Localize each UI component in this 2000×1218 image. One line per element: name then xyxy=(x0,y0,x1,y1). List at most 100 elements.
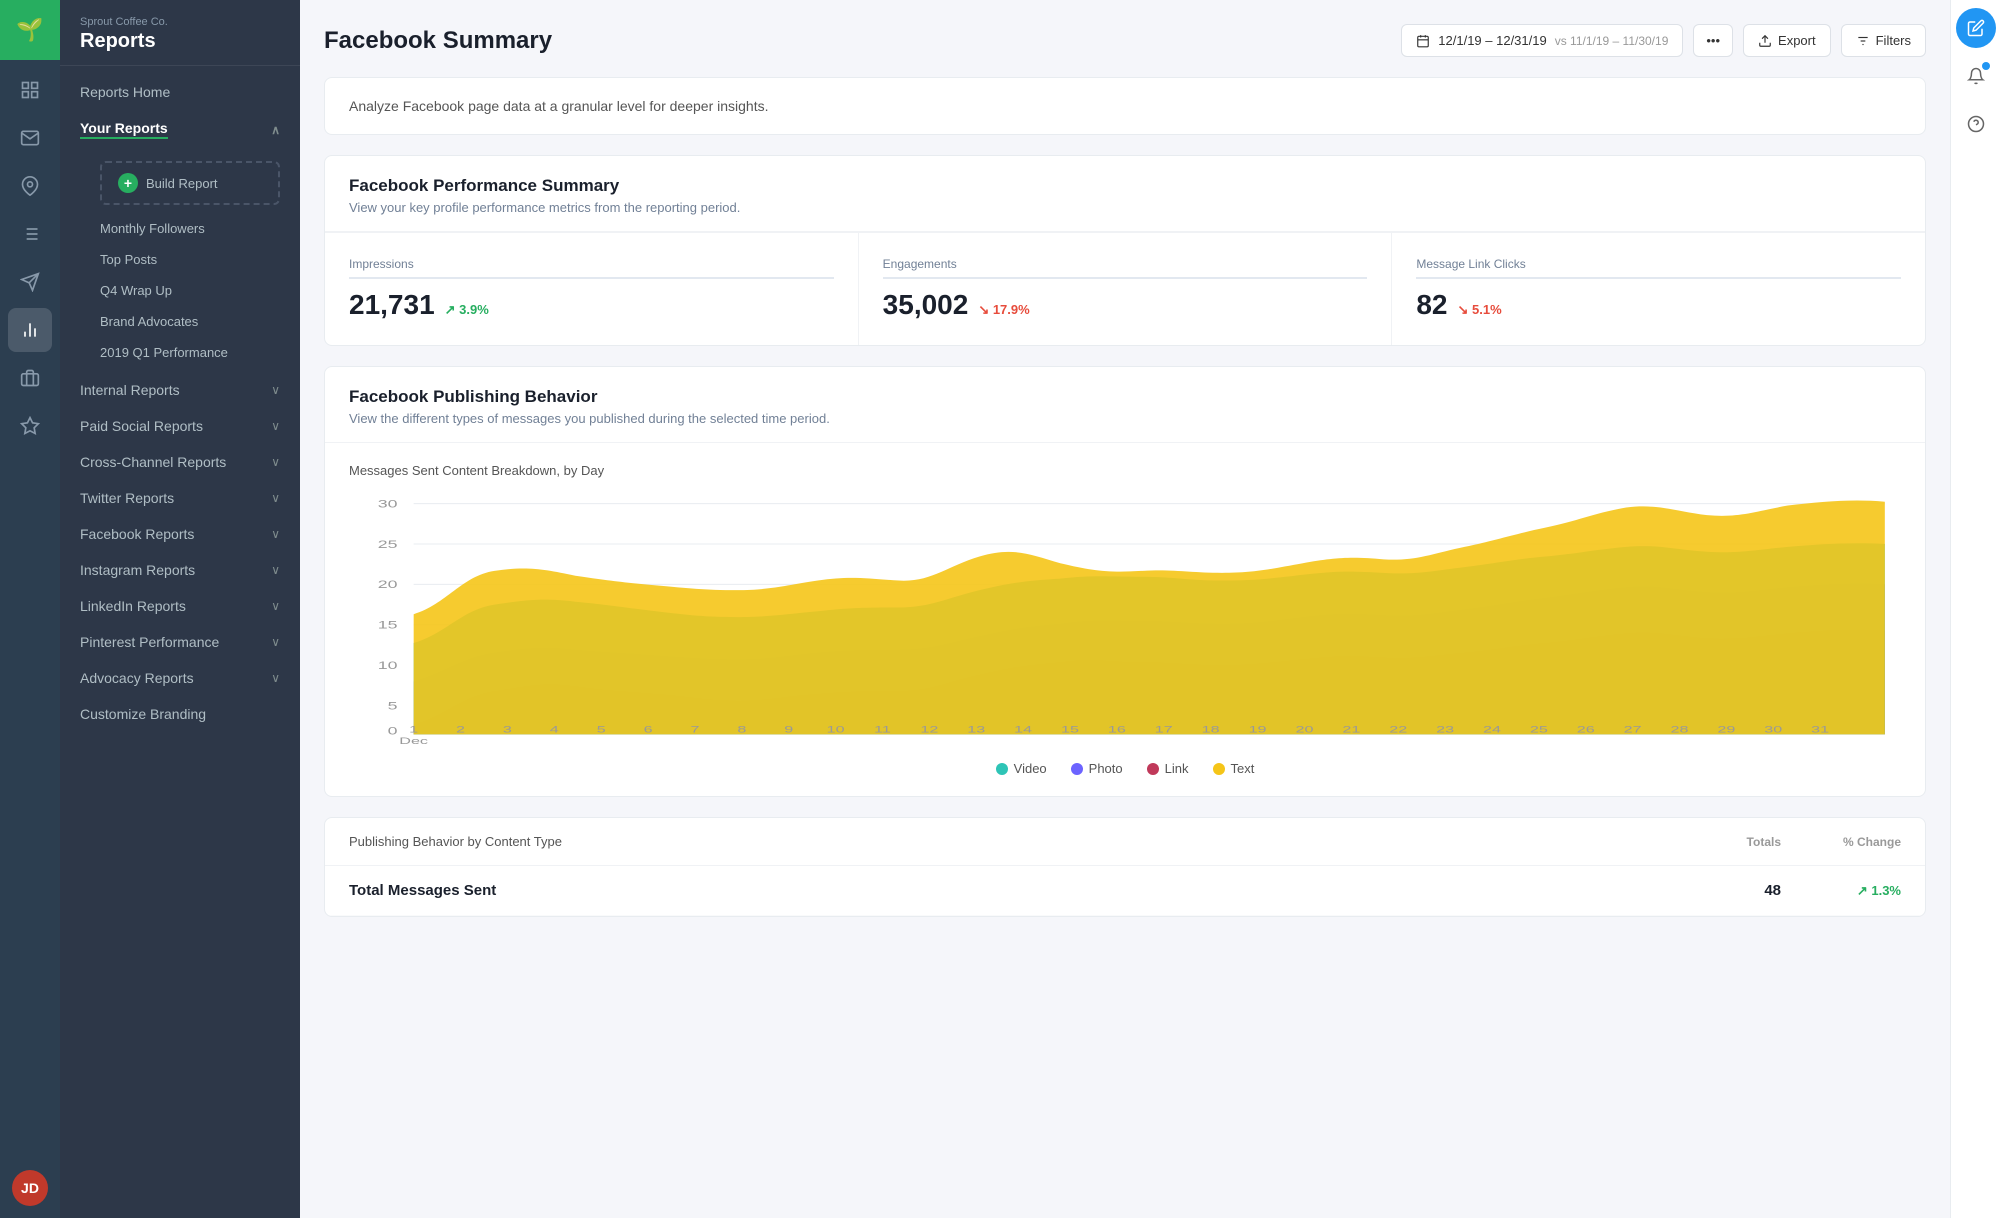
date-range-text: 12/1/19 – 12/31/19 xyxy=(1438,33,1546,48)
sidebar-item-brand-advocates[interactable]: Brand Advocates xyxy=(80,306,300,337)
svg-text:25: 25 xyxy=(1530,724,1548,735)
svg-text:Dec: Dec xyxy=(399,735,428,744)
nav-briefcase-icon[interactable] xyxy=(8,356,52,400)
filters-label: Filters xyxy=(1876,33,1911,48)
svg-text:13: 13 xyxy=(967,724,985,735)
svg-text:12: 12 xyxy=(920,724,938,735)
nav-reports-icon[interactable] xyxy=(8,308,52,352)
sidebar-header: Sprout Coffee Co. Reports xyxy=(60,0,300,66)
svg-text:19: 19 xyxy=(1249,724,1267,735)
sidebar-item-linkedin-reports[interactable]: LinkedIn Reports ∨ xyxy=(60,588,300,624)
filters-button[interactable]: Filters xyxy=(1841,24,1926,57)
engagements-value-row: 35,002 ↘ 17.9% xyxy=(883,289,1368,321)
nav-list-icon[interactable] xyxy=(8,212,52,256)
company-name: Sprout Coffee Co. xyxy=(80,16,280,28)
more-options-button[interactable]: ••• xyxy=(1693,24,1733,57)
svg-text:14: 14 xyxy=(1014,724,1032,735)
build-report-button[interactable]: + Build Report xyxy=(100,161,280,205)
sidebar-item-customize-branding[interactable]: Customize Branding xyxy=(60,696,300,732)
nav-pin-icon[interactable] xyxy=(8,164,52,208)
sidebar-item-twitter-reports[interactable]: Twitter Reports ∨ xyxy=(60,480,300,516)
icon-rail: 🌱 JD xyxy=(0,0,60,1218)
svg-text:28: 28 xyxy=(1671,724,1689,735)
table-row-total: 48 xyxy=(1661,882,1781,899)
notifications-button[interactable] xyxy=(1956,56,1996,96)
compose-icon xyxy=(1967,19,1985,37)
bell-icon xyxy=(1967,67,1985,85)
chart-section: Messages Sent Content Breakdown, by Day … xyxy=(325,443,1925,796)
sidebar-item-reports-home[interactable]: Reports Home xyxy=(60,74,300,110)
sidebar-item-monthly-followers[interactable]: Monthly Followers xyxy=(80,213,300,244)
help-button[interactable] xyxy=(1956,104,1996,144)
your-reports-sub-section: + Build Report Monthly Followers Top Pos… xyxy=(60,149,300,372)
svg-text:24: 24 xyxy=(1483,724,1501,735)
export-label: Export xyxy=(1778,33,1816,48)
sidebar-item-instagram-reports[interactable]: Instagram Reports ∨ xyxy=(60,552,300,588)
sidebar-item-top-posts[interactable]: Top Posts xyxy=(80,244,300,275)
cross-channel-label: Cross-Channel Reports xyxy=(80,454,226,470)
filters-icon xyxy=(1856,34,1870,48)
message-link-clicks-value-row: 82 ↘ 5.1% xyxy=(1416,289,1901,321)
page-title: Facebook Summary xyxy=(324,27,552,55)
header-actions: 12/1/19 – 12/31/19 vs 11/1/19 – 11/30/19… xyxy=(1401,24,1926,57)
svg-text:15: 15 xyxy=(378,620,398,632)
internal-reports-label: Internal Reports xyxy=(80,382,180,398)
svg-text:1: 1 xyxy=(409,724,418,735)
sidebar-item-cross-channel[interactable]: Cross-Channel Reports ∨ xyxy=(60,444,300,480)
publishing-behavior-card: Facebook Publishing Behavior View the di… xyxy=(324,366,1926,797)
cross-channel-chevron: ∨ xyxy=(271,455,280,469)
sidebar-item-pinterest[interactable]: Pinterest Performance ∨ xyxy=(60,624,300,660)
message-link-clicks-value: 82 xyxy=(1416,289,1447,321)
instagram-reports-chevron: ∨ xyxy=(271,563,280,577)
brand-advocates-label: Brand Advocates xyxy=(100,314,198,329)
sidebar-title: Reports xyxy=(80,30,280,53)
impressions-value: 21,731 xyxy=(349,289,435,321)
sidebar-item-2019-q1[interactable]: 2019 Q1 Performance xyxy=(80,337,300,368)
sidebar-item-q4-wrap-up[interactable]: Q4 Wrap Up xyxy=(80,275,300,306)
2019-q1-label: 2019 Q1 Performance xyxy=(100,345,228,360)
sidebar-item-advocacy-reports[interactable]: Advocacy Reports ∨ xyxy=(60,660,300,696)
sidebar-item-paid-social[interactable]: Paid Social Reports ∨ xyxy=(60,408,300,444)
nav-home-icon[interactable] xyxy=(8,68,52,112)
svg-text:5: 5 xyxy=(388,701,398,713)
performance-summary-subtitle: View your key profile performance metric… xyxy=(349,200,1901,215)
compose-button[interactable] xyxy=(1956,8,1996,48)
link-legend-label: Link xyxy=(1165,761,1189,776)
text-legend-dot xyxy=(1213,763,1225,775)
video-legend-label: Video xyxy=(1014,761,1047,776)
pinterest-chevron: ∨ xyxy=(271,635,280,649)
main-content: Facebook Summary 12/1/19 – 12/31/19 vs 1… xyxy=(300,0,1950,1218)
performance-summary-card: Facebook Performance Summary View your k… xyxy=(324,155,1926,346)
svg-text:29: 29 xyxy=(1717,724,1735,735)
monthly-followers-label: Monthly Followers xyxy=(100,221,205,236)
svg-text:22: 22 xyxy=(1389,724,1407,735)
table-row: Total Messages Sent 48 ↗ 1.3% xyxy=(325,866,1925,916)
nav-inbox-icon[interactable] xyxy=(8,116,52,160)
date-range-button[interactable]: 12/1/19 – 12/31/19 vs 11/1/19 – 11/30/19 xyxy=(1401,24,1683,57)
top-posts-label: Top Posts xyxy=(100,252,157,267)
legend-text: Text xyxy=(1213,761,1255,776)
nav-star-icon[interactable] xyxy=(8,404,52,448)
sidebar-item-facebook-reports[interactable]: Facebook Reports ∨ xyxy=(60,516,300,552)
svg-text:30: 30 xyxy=(1764,724,1782,735)
svg-text:26: 26 xyxy=(1577,724,1595,735)
stats-row: Impressions 21,731 ↗ 3.9% Engagements 35… xyxy=(325,232,1925,345)
publishing-behavior-title: Facebook Publishing Behavior xyxy=(349,387,1901,407)
svg-text:7: 7 xyxy=(690,724,699,735)
publishing-behavior-header: Facebook Publishing Behavior View the di… xyxy=(325,367,1925,443)
impressions-label: Impressions xyxy=(349,257,834,279)
message-link-clicks-label: Message Link Clicks xyxy=(1416,257,1901,279)
svg-text:5: 5 xyxy=(597,724,606,735)
chart-legend: Video Photo Link Text xyxy=(349,761,1901,776)
sidebar-item-your-reports[interactable]: Your Reports ∧ xyxy=(60,110,300,149)
area-chart-svg: 30 25 20 15 10 5 0 1 xyxy=(349,494,1901,744)
linkedin-reports-chevron: ∨ xyxy=(271,599,280,613)
sidebar-item-internal-reports[interactable]: Internal Reports ∨ xyxy=(60,372,300,408)
user-avatar[interactable]: JD xyxy=(12,1170,48,1206)
chart-container: 30 25 20 15 10 5 0 1 xyxy=(349,494,1901,776)
export-button[interactable]: Export xyxy=(1743,24,1831,57)
svg-text:27: 27 xyxy=(1624,724,1642,735)
nav-send-icon[interactable] xyxy=(8,260,52,304)
main-header: Facebook Summary 12/1/19 – 12/31/19 vs 1… xyxy=(324,24,1926,57)
right-panel xyxy=(1950,0,2000,1218)
